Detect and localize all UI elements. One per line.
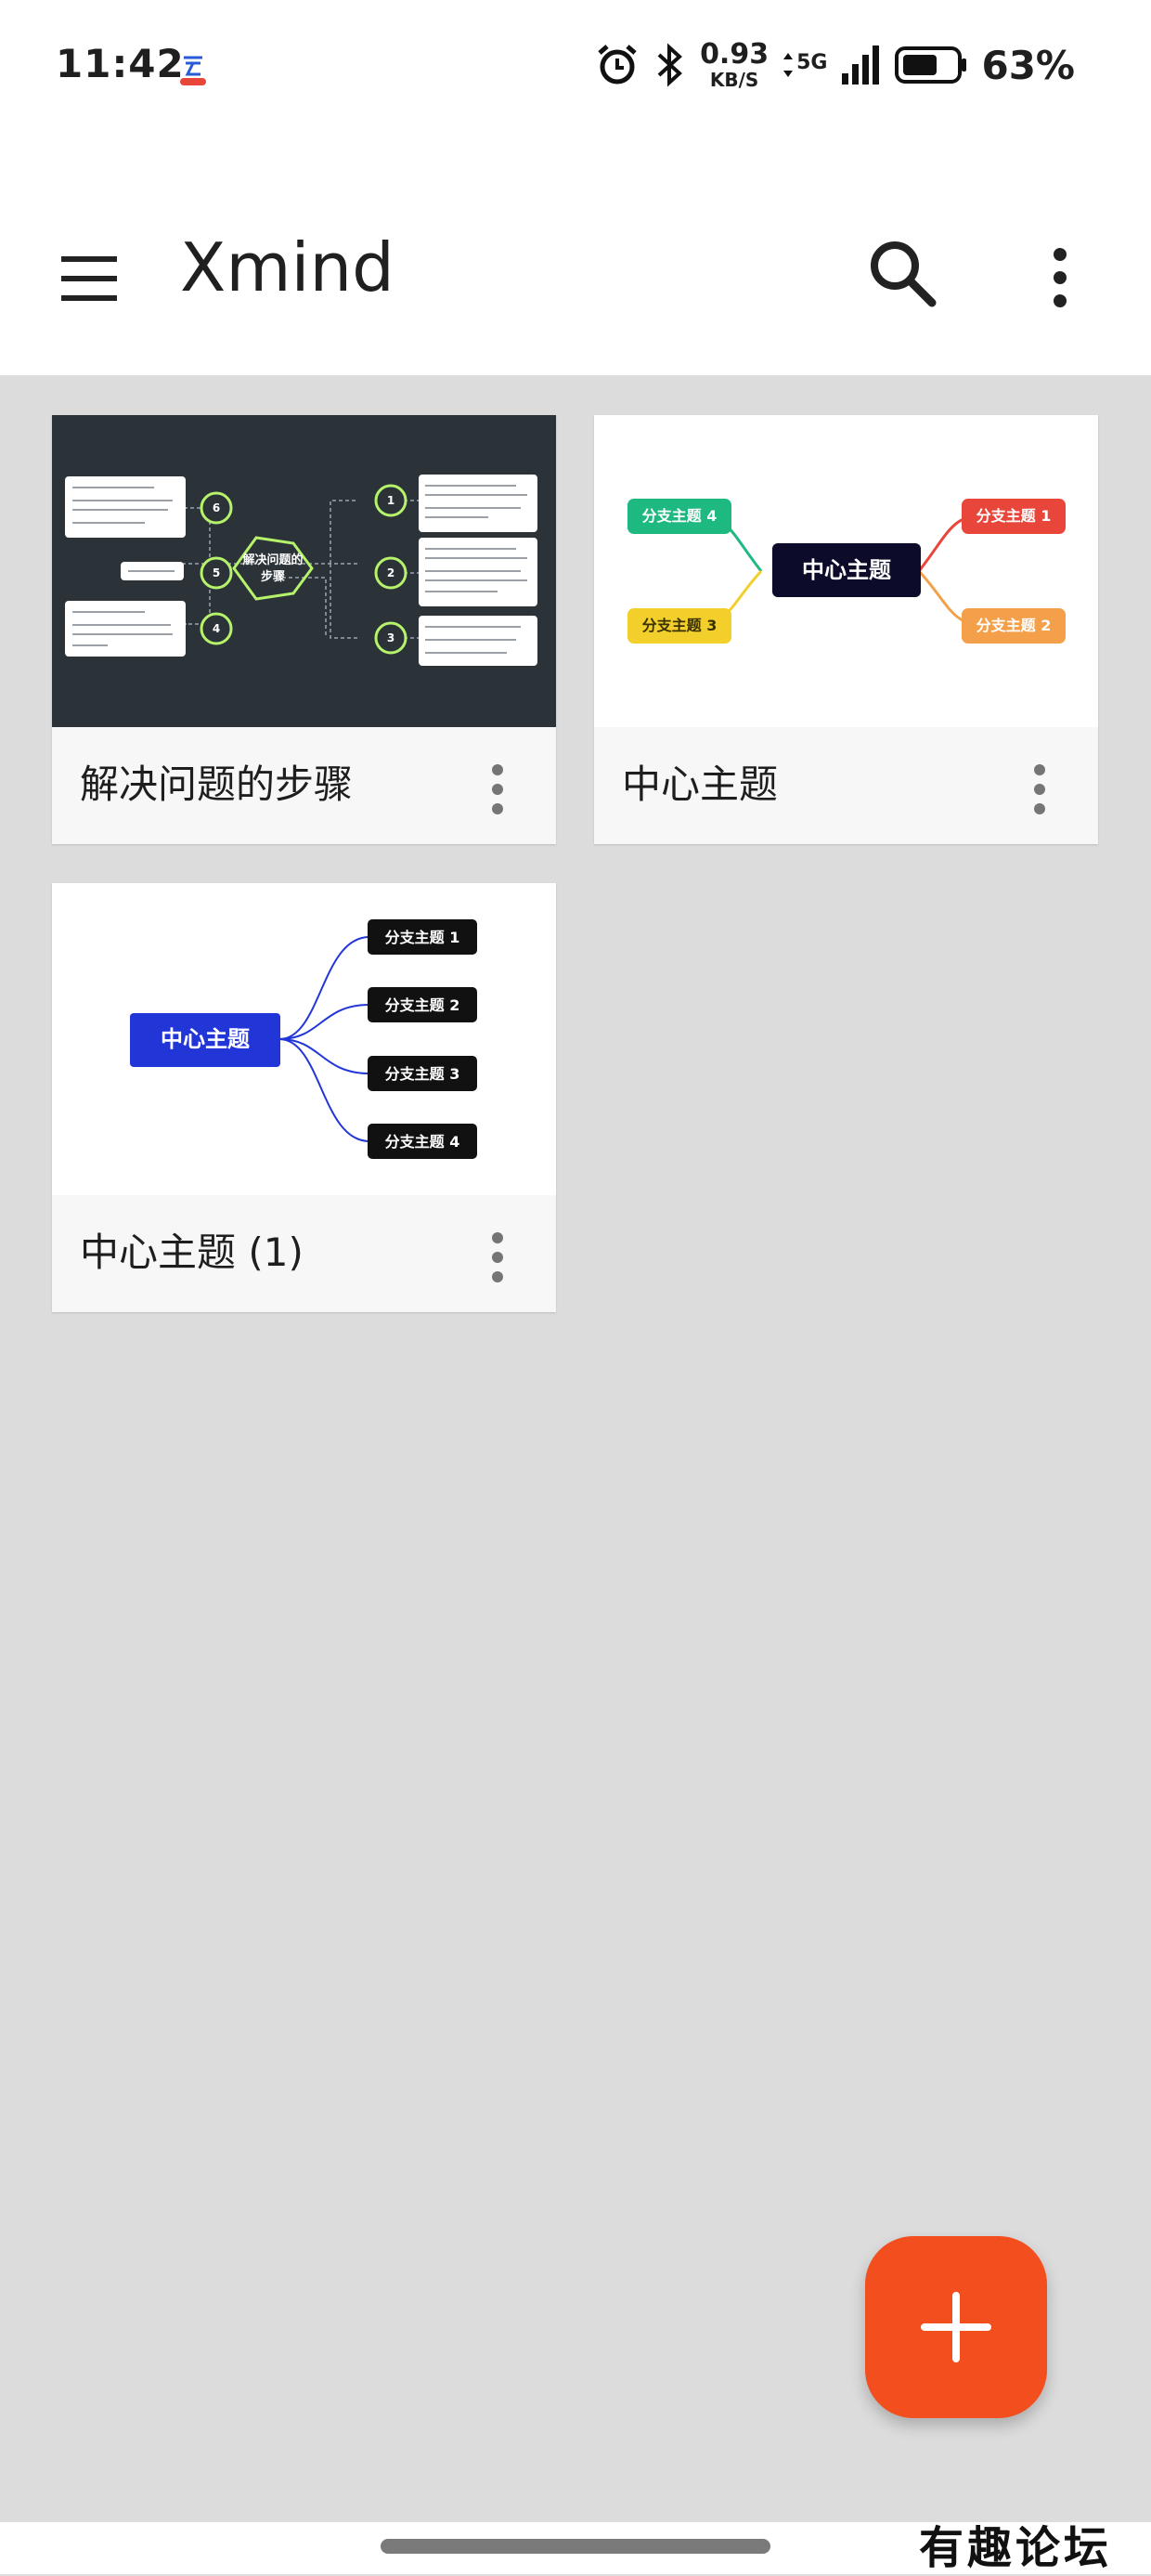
battery-icon [895, 46, 967, 84]
network-speed-unit: KB/S [709, 69, 759, 91]
more-vertical-icon[interactable] [484, 1225, 511, 1290]
cloud-app-icon [180, 56, 206, 85]
file-thumbnail[interactable]: 解决问题的 步骤 1 2 3 4 5 6 [52, 415, 556, 727]
battery-percent: 63% [981, 42, 1075, 88]
network-type-label: 5G [796, 51, 828, 74]
file-card-central-topic-1[interactable]: 中心主题 分支主题 1 分支主题 2 分支主题 3 分支主题 4 中心主题 (1… [52, 883, 556, 1312]
file-card-problem-steps[interactable]: 解决问题的 步骤 1 2 3 4 5 6 解决问题的步骤 [52, 415, 556, 844]
app-bar: Xmind [0, 139, 1151, 375]
branch-topic-1: 分支主题 1 [385, 929, 460, 946]
central-topic: 中心主题 [802, 557, 891, 583]
alarm-icon [598, 45, 637, 85]
file-title[interactable]: 中心主题 (1) [80, 1221, 304, 1278]
data-arrows-icon [783, 53, 794, 77]
status-time: 11:42 [56, 41, 185, 86]
step-number: 4 [213, 622, 220, 635]
branch-topic-2: 分支主题 2 [976, 617, 1052, 634]
menu-icon[interactable] [52, 245, 126, 312]
create-file-button[interactable] [865, 2236, 1047, 2418]
branch-topic-1: 分支主题 1 [976, 507, 1052, 525]
file-card-central-topic[interactable]: 中心主题 分支主题 4 分支主题 1 分支主题 2 分支主题 3 中心主题 [594, 415, 1098, 844]
file-title[interactable]: 中心主题 [622, 753, 778, 810]
step-number: 2 [387, 566, 394, 579]
central-topic-line1: 解决问题的 [241, 553, 303, 567]
plus-icon [921, 2292, 991, 2362]
signal-icon [842, 46, 880, 85]
app-title: Xmind [180, 228, 394, 306]
more-vertical-icon[interactable] [484, 757, 511, 822]
status-icons: 0.93 KB/S 5G 63% [594, 37, 1075, 93]
branch-topic-4: 分支主题 4 [385, 1133, 460, 1151]
branch-topic-3: 分支主题 3 [642, 617, 718, 634]
step-number: 5 [213, 566, 220, 579]
central-topic: 中心主题 [161, 1026, 250, 1052]
more-vertical-icon[interactable] [1026, 757, 1054, 822]
status-bar: 11:42 0.93 KB/S 5G 63% [0, 0, 1151, 139]
network-speed-value: 0.93 [700, 38, 769, 71]
network-speed: 0.93 KB/S [700, 38, 769, 91]
step-number: 1 [387, 494, 394, 507]
file-title[interactable]: 解决问题的步骤 [80, 753, 353, 810]
file-thumbnail[interactable]: 中心主题 分支主题 1 分支主题 2 分支主题 3 分支主题 4 [52, 883, 556, 1195]
more-vertical-icon[interactable] [1032, 236, 1088, 319]
branch-topic-2: 分支主题 2 [385, 996, 460, 1014]
network-type: 5G [782, 51, 827, 79]
bluetooth-icon [657, 43, 683, 87]
branch-topic-3: 分支主题 3 [385, 1065, 460, 1083]
file-thumbnail[interactable]: 中心主题 分支主题 4 分支主题 1 分支主题 2 分支主题 3 [594, 415, 1098, 727]
branch-topic-4: 分支主题 4 [642, 507, 718, 525]
central-topic-line2: 步骤 [261, 569, 285, 584]
home-indicator[interactable] [381, 2539, 770, 2554]
step-number: 6 [213, 501, 220, 514]
watermark: 有趣论坛 [919, 2522, 1113, 2574]
search-icon[interactable] [861, 232, 945, 316]
step-number: 3 [387, 631, 394, 644]
